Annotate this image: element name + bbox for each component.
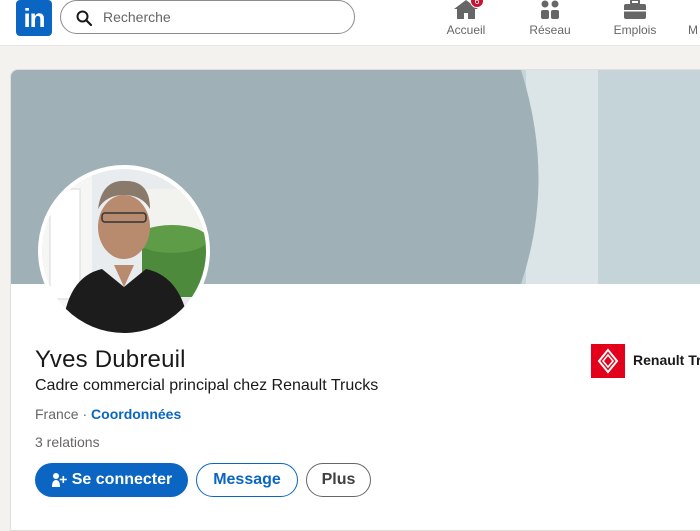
message-button[interactable]: Message [196,463,298,497]
nav-item-network[interactable]: Réseau [520,0,580,44]
search-box[interactable] [60,0,355,34]
nav-item-jobs[interactable]: Emplois [605,0,665,44]
company-name: Renault Tr [633,352,700,368]
contact-info-link[interactable]: Coordonnées [91,406,181,422]
nav-item-messaging[interactable]: M [684,0,700,44]
nav-label-messaging: M [688,23,698,37]
briefcase-icon [624,0,646,19]
separator-dot: · [78,406,92,422]
search-input[interactable] [103,6,343,28]
connect-button[interactable]: Se connecter [35,463,188,497]
location-line: France · Coordonnées [35,406,181,422]
message-button-label: Message [213,471,281,488]
nav-label-home: Accueil [446,23,486,37]
profile-photo [42,169,206,333]
nav-label-network: Réseau [529,23,571,37]
network-icon [541,0,559,19]
nav-item-home[interactable]: 6 Accueil [436,0,496,44]
nav-label-jobs: Emplois [613,23,657,37]
profile-avatar[interactable] [38,165,210,337]
more-button-label: Plus [321,471,356,488]
search-icon [76,10,93,27]
notification-badge: 6 [470,0,484,8]
linkedin-logo[interactable]: in [16,0,52,36]
more-button[interactable]: Plus [306,463,371,497]
profile-name: Yves Dubreuil [35,346,186,373]
add-person-icon [51,473,67,487]
renault-logo-icon [591,344,625,378]
relations-count[interactable]: 3 relations [35,434,100,450]
global-nav: in 6 Accueil Réseau Emplois M [0,0,700,46]
connect-button-label: Se connecter [71,471,173,488]
profile-card: Yves Dubreuil Cadre commercial principal… [10,69,700,531]
profile-headline: Cadre commercial principal chez Renault … [35,377,379,394]
profile-location: France [35,406,79,422]
